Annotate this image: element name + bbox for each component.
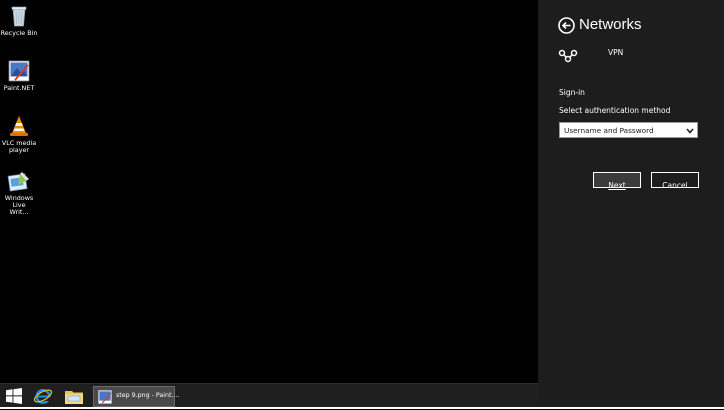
auth-method-label: Select authentication method	[559, 106, 671, 115]
desktop-icon-label: VLC media player	[1, 139, 37, 154]
taskbar-task-label: step 9.png - Paint....	[116, 392, 180, 399]
paint-net-icon	[7, 59, 31, 83]
desktop-icon-label: Paint.NET	[3, 84, 35, 92]
auth-method-value: Username and Password	[564, 126, 654, 135]
windows-live-writer-icon	[7, 169, 31, 193]
desktop-icon-recycle-bin[interactable]: Recycle Bin	[0, 4, 38, 37]
taskbar: step 9.png - Paint....	[0, 383, 538, 408]
vpn-connection[interactable]: VPN	[558, 44, 698, 66]
back-arrow-icon	[558, 17, 575, 34]
networks-charm-panel: Networks VPN Sign-in Select authenticati…	[538, 0, 724, 409]
paint-net-icon	[98, 390, 112, 404]
desktop-icon-label: Windows Live Writ...	[4, 194, 34, 216]
recycle-bin-icon	[7, 4, 31, 28]
taskbar-paint-task[interactable]: step 9.png - Paint....	[93, 386, 179, 407]
back-button[interactable]	[558, 17, 575, 34]
chevron-down-icon	[686, 128, 694, 134]
sign-in-heading: Sign-in	[559, 88, 585, 97]
desktop: Recycle Bin Paint.NET VLC media player W…	[0, 0, 538, 383]
next-button-label: Next	[608, 181, 626, 190]
folder-icon	[65, 391, 83, 404]
charm-title: Networks	[579, 16, 642, 33]
start-button[interactable]	[4, 386, 24, 407]
taskbar-ie[interactable]	[33, 386, 55, 407]
desktop-icon-vlc[interactable]: VLC media player	[0, 114, 38, 154]
vlc-icon	[7, 114, 31, 138]
windows-logo-icon	[6, 388, 22, 404]
desktop-icon-windows-live-writer[interactable]: Windows Live Writ...	[0, 169, 38, 216]
ie-icon	[33, 388, 53, 405]
vpn-connection-icon	[558, 49, 578, 63]
cancel-button[interactable]: Cancel	[651, 172, 699, 190]
taskbar-file-explorer[interactable]	[64, 386, 86, 407]
cancel-button-label: Cancel	[662, 181, 688, 190]
next-button[interactable]: Next	[593, 172, 641, 190]
auth-method-select[interactable]: Username and Password	[559, 122, 698, 138]
connection-name: VPN	[608, 48, 624, 57]
desktop-icon-paint-net[interactable]: Paint.NET	[0, 59, 38, 92]
desktop-icon-label: Recycle Bin	[0, 29, 38, 37]
